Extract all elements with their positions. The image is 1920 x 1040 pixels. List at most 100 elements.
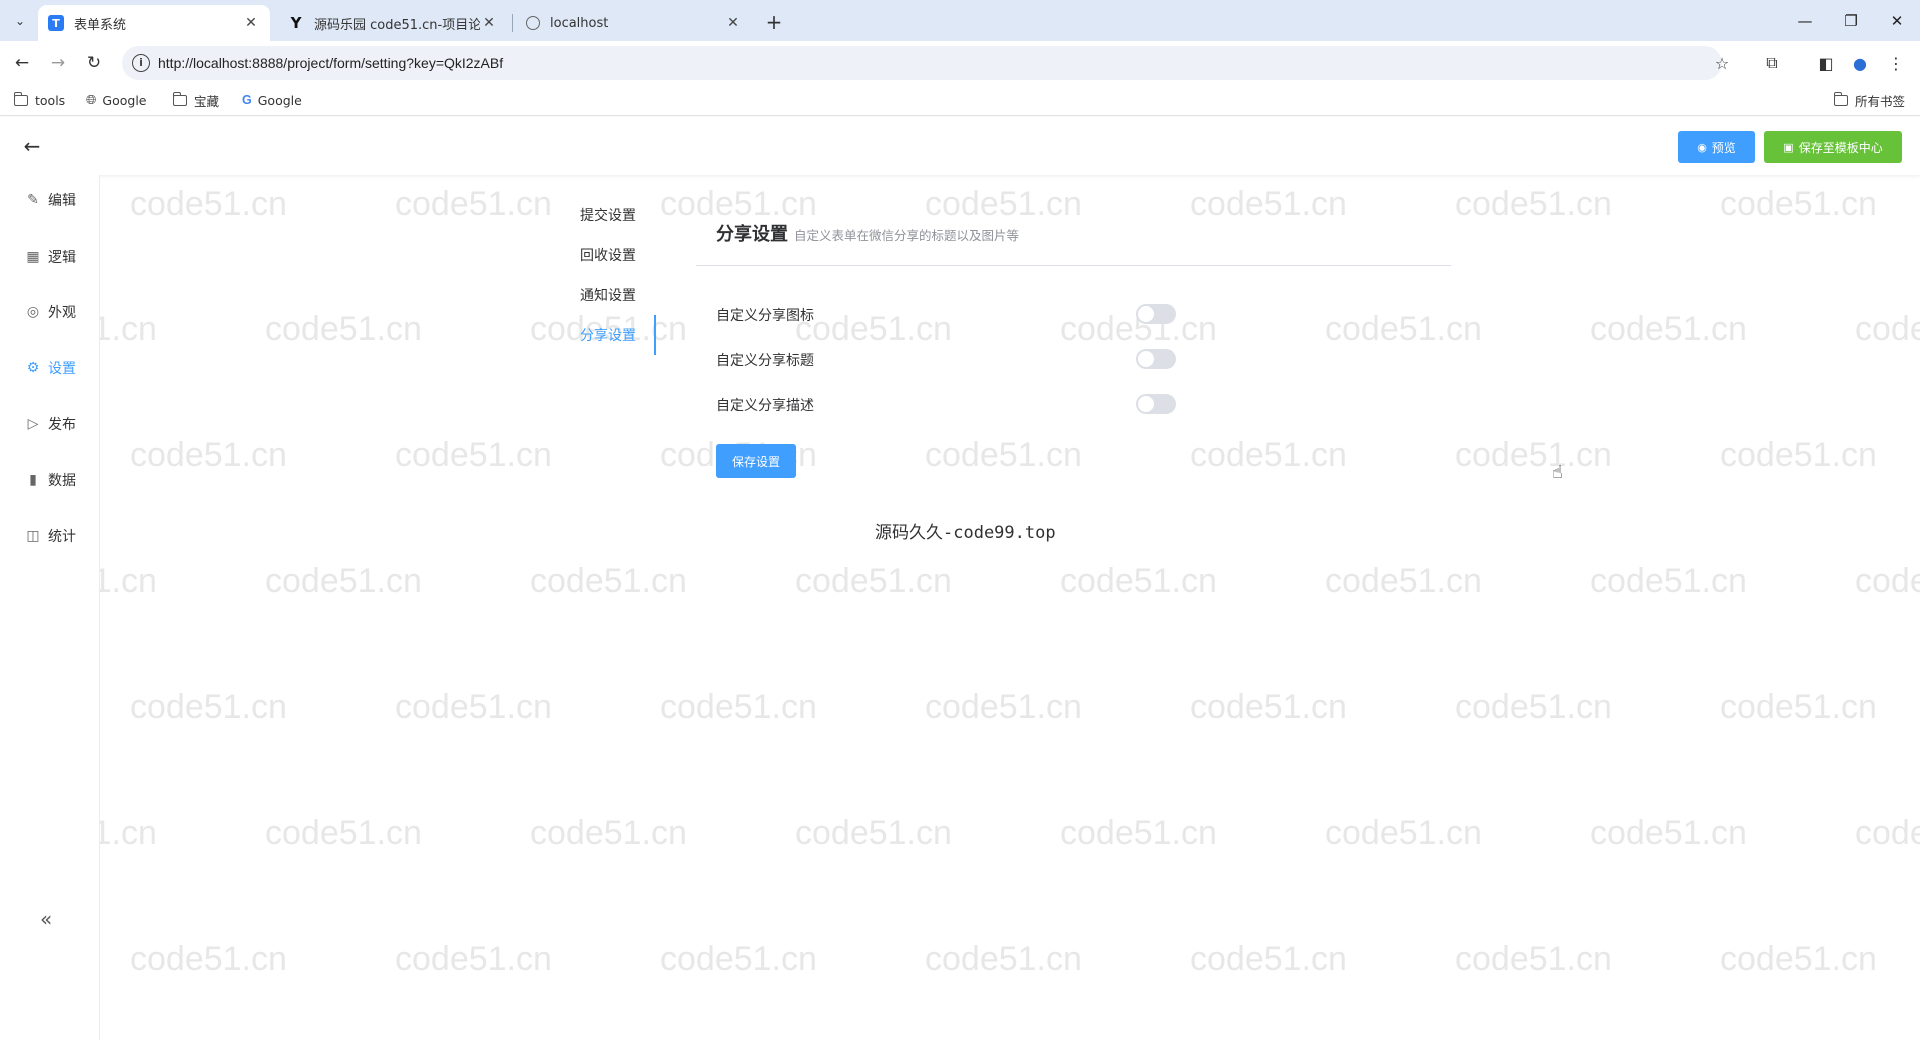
- browser-toolbar: ← → ↻ i http://localhost:8888/project/fo…: [0, 41, 1920, 84]
- back-icon[interactable]: ←: [8, 49, 36, 77]
- forward-icon[interactable]: →: [44, 49, 72, 77]
- sidebar-item-publish[interactable]: ▷ 发布: [24, 413, 76, 435]
- share-icon-row: 自定义分享图标: [716, 303, 1176, 325]
- settings-nav-notify[interactable]: 通知设置: [570, 275, 656, 315]
- bar-chart-icon: ▮: [29, 472, 37, 488]
- watermark-text: code51.cn: [395, 185, 552, 223]
- share-desc-switch[interactable]: [1136, 394, 1176, 414]
- watermark-text: code51.cn: [530, 562, 687, 600]
- folder-icon: [13, 91, 28, 106]
- watermark-text: code51.cn: [1455, 688, 1612, 726]
- browser-tabstrip: ⌄ T 表单系统 ✕ Y 源码乐园 code51.cn-项目论文 ✕ local…: [0, 0, 1920, 41]
- settings-icon: ⚙: [26, 360, 40, 376]
- watermark-text: code51.cn: [1325, 562, 1482, 600]
- panel-subtitle: 自定义表单在微信分享的标题以及图片等: [794, 228, 1020, 243]
- share-title-label: 自定义分享标题: [716, 353, 814, 369]
- globe-icon: 🌐︎: [86, 92, 97, 108]
- watermark-text: code51.cn: [395, 688, 552, 726]
- browser-tab-localhost[interactable]: localhost ✕: [516, 5, 752, 41]
- share-desc-label: 自定义分享描述: [716, 398, 814, 414]
- watermark-text: code51.cn: [530, 814, 687, 852]
- watermark-text: code51.cn: [925, 436, 1082, 474]
- watermark-text: code51.cn: [1720, 436, 1877, 474]
- side-panel-icon[interactable]: ◧: [1812, 49, 1840, 77]
- bookmark-treasure[interactable]: 宝藏: [172, 90, 219, 110]
- sidebar-item-data[interactable]: ▮ 数据: [24, 469, 76, 491]
- divider: [696, 265, 1451, 266]
- close-tab-icon[interactable]: ✕: [242, 15, 260, 31]
- save-icon: ▣: [1783, 140, 1794, 154]
- watermark-text: code51.cn: [1720, 688, 1877, 726]
- share-title-switch[interactable]: [1136, 349, 1176, 369]
- browser-tab-code51[interactable]: Y 源码乐园 code51.cn-项目论文 ✕: [278, 5, 508, 41]
- play-icon: ▷: [27, 416, 39, 432]
- minimize-icon[interactable]: —: [1782, 0, 1828, 41]
- share-icon-switch[interactable]: [1136, 304, 1176, 324]
- settings-nav-share[interactable]: 分享设置: [570, 315, 656, 355]
- url-text[interactable]: http://localhost:8888/project/form/setti…: [158, 55, 503, 71]
- watermark-text: code51.cn: [795, 562, 952, 600]
- watermark-text: code51.cn: [1190, 436, 1347, 474]
- watermark-text: code51.cn: [1455, 940, 1612, 978]
- site-info-icon[interactable]: i: [132, 54, 150, 72]
- code51-favicon-icon: Y: [290, 14, 302, 32]
- watermark-text: code51.cn: [925, 940, 1082, 978]
- browser-tab-form-system[interactable]: T 表单系统 ✕: [38, 5, 270, 41]
- watermark-text: code51.cn: [925, 688, 1082, 726]
- bookmark-google-2[interactable]: G Google: [242, 90, 302, 110]
- watermark-text: code51.cn: [1325, 310, 1482, 348]
- watermark-text: code51.cn: [1455, 436, 1612, 474]
- settings-nav-recycle[interactable]: 回收设置: [570, 235, 656, 275]
- tab-title: 源码乐园 code51.cn-项目论文: [314, 17, 480, 33]
- extensions-icon[interactable]: ⧉: [1758, 49, 1786, 77]
- tab-search-chevron-icon[interactable]: ⌄: [8, 9, 32, 33]
- watermark-text: code51.cn: [1060, 814, 1217, 852]
- window-close-icon[interactable]: ✕: [1874, 0, 1920, 41]
- collapse-sidebar-icon[interactable]: «: [40, 907, 52, 931]
- save-to-template-button[interactable]: ▣ 保存至模板中心: [1764, 131, 1902, 163]
- sidebar-item-edit[interactable]: ✎ 编辑: [24, 189, 76, 211]
- watermark-text: code51.cn: [925, 185, 1082, 223]
- reload-icon[interactable]: ↻: [80, 49, 108, 77]
- folder-icon: [172, 91, 187, 106]
- sidebar-item-settings[interactable]: ⚙ 设置: [24, 357, 76, 379]
- profile-avatar-icon[interactable]: ●: [1846, 49, 1874, 77]
- sidebar-item-logic[interactable]: ▦ 逻辑: [24, 246, 76, 268]
- watermark-text: code51.cn: [660, 940, 817, 978]
- edit-icon: ✎: [27, 192, 39, 208]
- bookmark-tools[interactable]: tools: [13, 90, 65, 110]
- watermark-text: code51.cn: [660, 688, 817, 726]
- eye-icon: ◎: [26, 304, 40, 320]
- watermark-text: code51.cn: [265, 562, 422, 600]
- all-bookmarks[interactable]: 所有书签: [1833, 90, 1905, 110]
- close-tab-icon[interactable]: ✕: [480, 15, 498, 31]
- settings-nav-submit[interactable]: 提交设置: [570, 195, 656, 235]
- watermark-text: code51.cn: [795, 814, 952, 852]
- sidebar-item-stats[interactable]: ◫ 统计: [24, 525, 76, 547]
- watermark-text: code51.cn: [1590, 310, 1747, 348]
- watermark-text: code51.cn: [660, 185, 817, 223]
- watermark-text: code51.cn: [1855, 814, 1920, 852]
- watermark-text: code51.cn: [1060, 562, 1217, 600]
- preview-button[interactable]: ◉ 预览: [1678, 131, 1755, 163]
- share-icon-label: 自定义分享图标: [716, 308, 814, 324]
- address-bar[interactable]: i http://localhost:8888/project/form/set…: [122, 46, 1722, 80]
- sidebar-item-appearance[interactable]: ◎ 外观: [24, 301, 76, 323]
- grid-icon: ▦: [26, 249, 40, 265]
- bookmark-star-icon[interactable]: ☆: [1708, 49, 1736, 77]
- footer-credit-text: 源码久久-code99.top: [875, 523, 1056, 543]
- google-icon: G: [242, 93, 252, 107]
- save-settings-button[interactable]: 保存设置: [716, 444, 796, 478]
- new-tab-button[interactable]: +: [760, 8, 788, 36]
- watermark-text: code51.cn: [1720, 185, 1877, 223]
- restore-icon[interactable]: ❐: [1828, 0, 1874, 41]
- back-arrow-icon[interactable]: ←: [20, 134, 44, 158]
- watermark-text: code51.cn: [130, 436, 287, 474]
- bookmark-google-1[interactable]: 🌐︎ Google: [86, 90, 147, 110]
- panel-title: 分享设置: [716, 224, 788, 245]
- watermark-text: code51.cn: [1590, 562, 1747, 600]
- close-tab-icon[interactable]: ✕: [724, 15, 742, 31]
- watermark-text: code51.cn: [1190, 185, 1347, 223]
- more-menu-icon[interactable]: ⋮: [1882, 49, 1910, 77]
- watermark-text: code51.cn: [1190, 688, 1347, 726]
